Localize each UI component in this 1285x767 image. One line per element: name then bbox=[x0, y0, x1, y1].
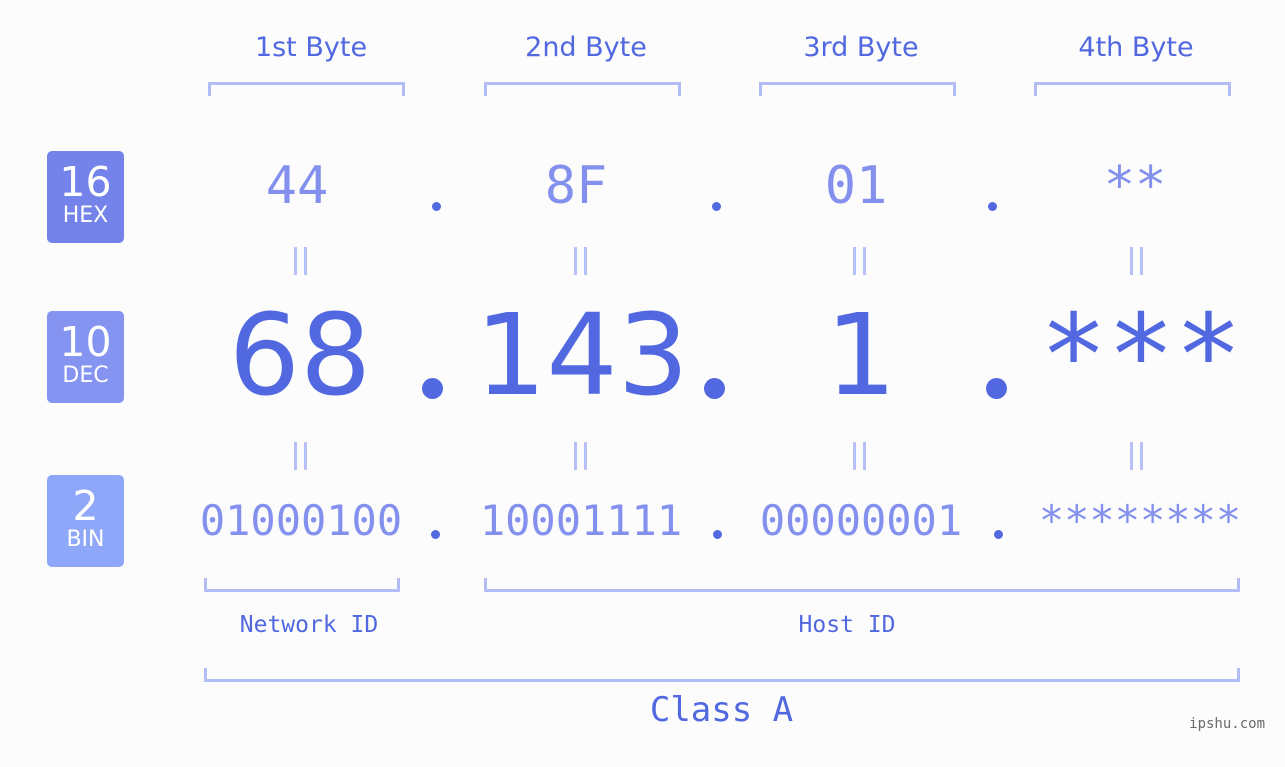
bin-value-3: 00000001 bbox=[759, 496, 963, 545]
hex-badge-name: HEX bbox=[62, 203, 109, 228]
byte-bracket-3 bbox=[759, 82, 956, 96]
hex-value-2: 8F bbox=[544, 156, 608, 216]
dec-separator-dot bbox=[422, 378, 443, 399]
equals-icon bbox=[1128, 442, 1144, 470]
hex-value-1: 44 bbox=[265, 156, 329, 216]
hex-separator-dot bbox=[712, 202, 721, 211]
bin-separator-dot bbox=[713, 530, 722, 539]
dec-value-3: 1 bbox=[825, 291, 897, 421]
bin-value-2: 10001111 bbox=[479, 496, 683, 545]
equals-icon bbox=[292, 247, 308, 275]
host-id-bracket bbox=[484, 578, 1240, 592]
byte-bracket-1 bbox=[208, 82, 405, 96]
bin-badge-name: BIN bbox=[66, 527, 105, 552]
class-bracket bbox=[204, 668, 1240, 682]
network-id-label: Network ID bbox=[239, 612, 379, 638]
equals-icon bbox=[572, 247, 588, 275]
byte-header-4: 4th Byte bbox=[1078, 32, 1194, 63]
dec-value-2: 143 bbox=[475, 291, 689, 421]
equals-icon bbox=[851, 247, 867, 275]
bin-separator-dot bbox=[994, 530, 1003, 539]
hex-badge-number: 16 bbox=[59, 158, 112, 206]
bin-value-4: ******** bbox=[1038, 496, 1242, 545]
watermark: ipshu.com bbox=[1189, 716, 1265, 732]
bin-value-1: 01000100 bbox=[199, 496, 403, 545]
network-id-bracket bbox=[204, 578, 400, 592]
byte-header-3: 3rd Byte bbox=[803, 32, 919, 63]
byte-bracket-4 bbox=[1034, 82, 1231, 96]
hex-separator-dot bbox=[432, 202, 441, 211]
host-id-label: Host ID bbox=[798, 612, 896, 638]
dec-badge: 10 DEC bbox=[47, 311, 124, 403]
equals-icon bbox=[1128, 247, 1144, 275]
bin-separator-dot bbox=[431, 530, 440, 539]
equals-icon bbox=[572, 442, 588, 470]
dec-value-4: *** bbox=[1039, 291, 1243, 421]
equals-icon bbox=[851, 442, 867, 470]
hex-separator-dot bbox=[988, 202, 997, 211]
hex-badge: 16 HEX bbox=[47, 151, 124, 243]
dec-badge-number: 10 bbox=[59, 318, 112, 366]
dec-badge-name: DEC bbox=[62, 363, 109, 388]
hex-value-3: 01 bbox=[824, 156, 888, 216]
equals-icon bbox=[292, 442, 308, 470]
bin-badge: 2 BIN bbox=[47, 475, 124, 567]
bin-badge-number: 2 bbox=[72, 482, 99, 530]
class-label: Class A bbox=[649, 690, 794, 730]
dec-value-1: 68 bbox=[228, 291, 372, 421]
byte-header-2: 2nd Byte bbox=[525, 32, 647, 63]
dec-separator-dot bbox=[704, 378, 725, 399]
byte-header-1: 1st Byte bbox=[254, 32, 368, 63]
hex-value-4: ** bbox=[1103, 156, 1167, 216]
byte-bracket-2 bbox=[484, 82, 681, 96]
dec-separator-dot bbox=[986, 378, 1007, 399]
